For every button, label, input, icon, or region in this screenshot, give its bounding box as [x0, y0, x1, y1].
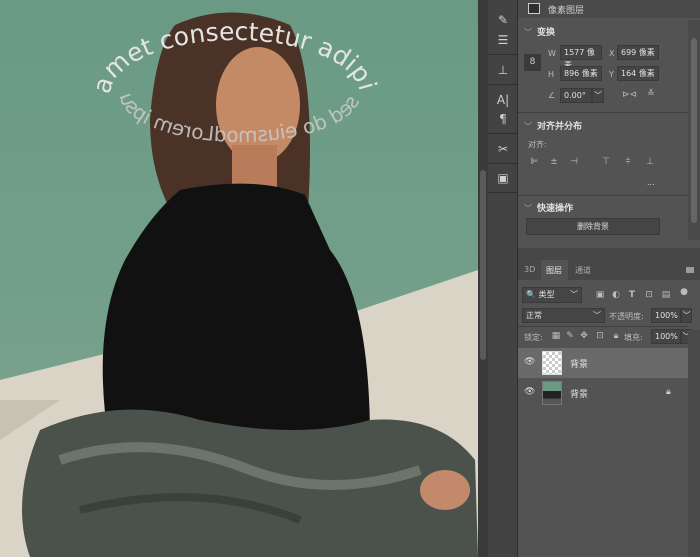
- align-left-icon[interactable]: ⊫: [528, 157, 540, 167]
- layer-row[interactable]: 👁︎ 背景 🔒︎: [518, 378, 688, 408]
- layer-row[interactable]: 👁︎ 背景: [518, 348, 688, 378]
- lock-all-icon[interactable]: 🔒︎: [610, 331, 622, 341]
- remove-background-button[interactable]: 删除背景: [526, 218, 660, 235]
- more-options-button[interactable]: ...: [647, 178, 655, 187]
- brush-settings-icon[interactable]: ✎: [494, 12, 512, 28]
- properties-header: 像素图层: [548, 6, 585, 16]
- align-vcenter-icon[interactable]: ⫩: [622, 157, 634, 167]
- character-icon[interactable]: A|: [494, 92, 512, 108]
- filter-pixel-icon[interactable]: ▣: [594, 290, 606, 300]
- glyphs-icon[interactable]: ▣: [494, 170, 512, 186]
- opacity-dropdown[interactable]: ﹀: [681, 308, 692, 323]
- photo: sed do eiusmodLorem ipsum dolor amet con…: [0, 0, 478, 557]
- lock-icon: 🔒︎: [666, 387, 671, 397]
- align-section-title[interactable]: ﹀ 对齐并分布: [524, 119, 582, 132]
- align-top-icon[interactable]: ⊤: [600, 157, 612, 167]
- tab-channels[interactable]: 通道: [575, 265, 591, 276]
- layers-scrollbar[interactable]: [688, 330, 700, 557]
- width-field[interactable]: 1577 像素: [560, 45, 602, 70]
- scrollbar-thumb[interactable]: [480, 170, 486, 360]
- adjust-icon[interactable]: ☰: [494, 32, 512, 48]
- opacity-field[interactable]: 100%: [651, 308, 681, 323]
- layer-name: 背景: [570, 360, 589, 370]
- layer-thumbnail: [542, 381, 562, 405]
- fill-field[interactable]: 100%: [651, 329, 681, 344]
- lock-artboard-icon[interactable]: ⊡: [594, 331, 606, 341]
- filter-shape-icon[interactable]: ⊡: [643, 290, 655, 300]
- height-field[interactable]: 896 像素: [560, 66, 602, 81]
- document-canvas[interactable]: sed do eiusmodLorem ipsum dolor amet con…: [0, 0, 478, 557]
- layers-tabs: 3D 图层 通道: [518, 260, 700, 280]
- align-right-icon[interactable]: ⊣: [568, 157, 580, 167]
- y-field[interactable]: 164 像素: [617, 66, 659, 81]
- angle-field[interactable]: 0.00°: [560, 88, 592, 103]
- tools-icon[interactable]: ✂: [494, 141, 512, 157]
- angle-icon: ∠: [548, 91, 556, 100]
- blend-mode-select[interactable]: 正常 ﹀: [522, 308, 605, 323]
- properties-scrollbar[interactable]: [688, 20, 700, 240]
- transform-section-title[interactable]: ﹀ 变换: [524, 25, 555, 38]
- paragraph-icon[interactable]: ¶: [494, 111, 512, 127]
- layer-thumbnail: [542, 351, 562, 375]
- pixel-layer-icon: [528, 3, 540, 14]
- lock-position-icon[interactable]: ✥: [578, 331, 590, 341]
- link-icon[interactable]: 8: [524, 54, 541, 71]
- clone-source-icon[interactable]: ⊥: [494, 62, 512, 78]
- filter-toggle[interactable]: ●: [678, 287, 690, 297]
- x-field[interactable]: 699 像素: [617, 45, 659, 60]
- filter-type-icon[interactable]: T: [626, 290, 638, 300]
- flip-horizontal-icon[interactable]: ⊳⊲: [622, 90, 637, 100]
- align-bottom-icon[interactable]: ⊥: [644, 157, 656, 167]
- lock-pixels-icon[interactable]: ✎: [564, 331, 576, 341]
- lock-transparent-icon[interactable]: ▦: [550, 331, 562, 341]
- canvas-scrollbar[interactable]: [478, 0, 488, 557]
- layer-filter-select[interactable]: 🔍 类型 ﹀: [522, 287, 582, 303]
- quick-actions-title[interactable]: ﹀ 快速操作: [524, 201, 573, 214]
- layer-name: 背景: [570, 390, 589, 400]
- filter-adjustment-icon[interactable]: ◐: [610, 290, 622, 300]
- visibility-eye-icon[interactable]: 👁︎: [524, 357, 535, 367]
- filter-smart-object-icon[interactable]: ▤: [660, 290, 672, 300]
- properties-panel: 像素图层 ﹀变换 8 W 1577 像素 X 699 像素 H 896 像素 Y…: [518, 0, 700, 557]
- flip-vertical-icon[interactable]: ≚: [645, 89, 657, 99]
- tab-3d[interactable]: 3D: [524, 265, 535, 274]
- angle-dropdown[interactable]: ﹀: [592, 88, 604, 103]
- panel-menu-icon[interactable]: [686, 267, 694, 273]
- visibility-eye-icon[interactable]: 👁︎: [524, 387, 535, 397]
- tab-layers[interactable]: 图层: [546, 265, 562, 276]
- panel-toolbar: ✎ ☰ ⊥ A| ¶ ✂ ▣: [488, 0, 518, 557]
- align-hcenter-icon[interactable]: ±: [548, 157, 560, 167]
